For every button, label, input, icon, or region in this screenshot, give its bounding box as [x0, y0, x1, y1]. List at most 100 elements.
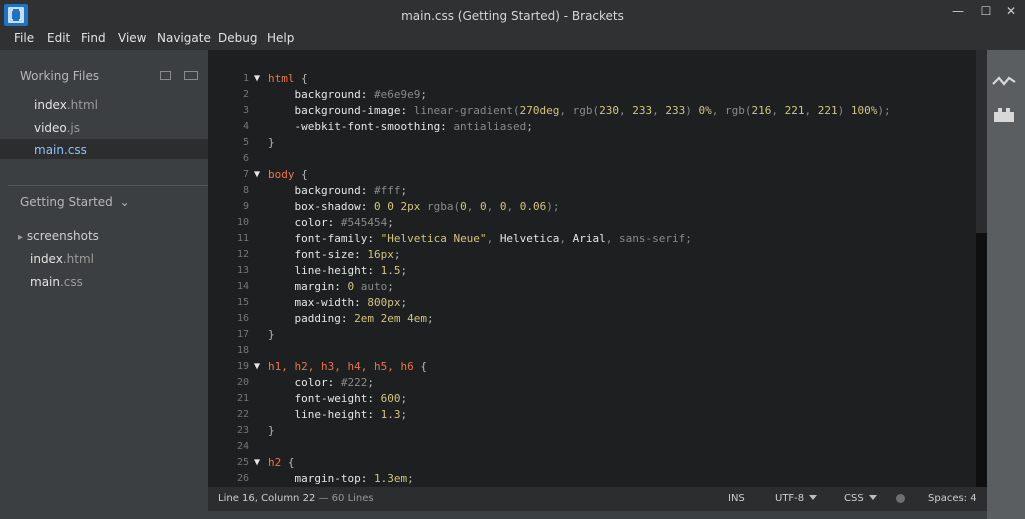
menu-debug[interactable]: Debug	[218, 31, 257, 45]
folder-item[interactable]: ▸ screenshots	[18, 229, 99, 243]
working-file-item[interactable]: index.html	[34, 98, 98, 112]
code-text: background-image: linear-gradient(270deg…	[268, 103, 890, 119]
code-line[interactable]: 4 -webkit-font-smoothing: antialiased;	[208, 119, 987, 135]
code-line[interactable]: 23}	[208, 423, 987, 439]
code-token: color:	[268, 216, 341, 229]
code-token: ;	[400, 408, 408, 421]
code-line[interactable]: 18	[208, 343, 987, 359]
code-line[interactable]: 1 ▼ html {	[208, 71, 987, 87]
code-token: {	[413, 360, 427, 373]
menu-navigate[interactable]: Navigate	[157, 31, 211, 45]
working-file-item-active[interactable]: main.css	[34, 143, 87, 157]
insert-mode-toggle[interactable]: INS	[728, 493, 745, 504]
code-text: body {	[268, 167, 308, 183]
line-number: 21	[236, 393, 249, 404]
fold-arrow-icon[interactable]: ▼	[254, 167, 260, 183]
code-token: #222	[340, 376, 368, 389]
code-line[interactable]: 21 font-weight: 600;	[208, 391, 987, 407]
code-line[interactable]: 12 font-size: 16px;	[208, 247, 987, 263]
code-token: ;	[400, 392, 408, 405]
code-line[interactable]: 7 ▼ body {	[208, 167, 987, 183]
indentation-setting[interactable]: Spaces: 4	[928, 493, 977, 504]
menu-help[interactable]: Help	[267, 31, 294, 45]
line-number: 3	[242, 105, 249, 116]
line-number: 1	[242, 73, 249, 84]
working-file-item[interactable]: video.js	[34, 121, 80, 135]
code-line[interactable]: 11 font-family: "Helvetica Neue", Helvet…	[208, 231, 987, 247]
extension-manager-icon[interactable]	[991, 104, 1017, 130]
linting-status-icon[interactable]	[896, 494, 905, 503]
code-text: color: #222;	[268, 375, 374, 391]
code-editor[interactable]: 1 ▼ html {2 background: #e6e9e9; 3 backgrou…	[208, 50, 987, 487]
project-file-item[interactable]: main.css	[30, 275, 83, 289]
code-token: padding:	[268, 312, 355, 325]
status-bar: Line 16, Column 22 — 60 Lines INS UTF-8 …	[208, 487, 987, 511]
code-line[interactable]: 13 line-height: 1.5;	[208, 263, 987, 279]
code-line[interactable]: 10 color: #545454;	[208, 215, 987, 231]
code-line[interactable]: 3 background-image: linear-gradient(270d…	[208, 103, 987, 119]
code-text: background: #e6e9e9;	[268, 87, 426, 103]
code-token: ;	[526, 120, 533, 133]
line-number: 19	[236, 361, 249, 372]
language-select[interactable]: CSS	[844, 493, 877, 504]
project-file-item[interactable]: index.html	[30, 252, 94, 266]
line-number: 22	[236, 409, 249, 420]
split-view-icon[interactable]	[184, 71, 198, 80]
close-button[interactable]: ✕	[996, 0, 1025, 22]
menu-view[interactable]: View	[118, 31, 146, 45]
code-line[interactable]: 2 background: #e6e9e9;	[208, 87, 987, 103]
code-token: Helvetica	[499, 232, 560, 245]
code-line[interactable]: 6	[208, 151, 987, 167]
code-token: body	[268, 168, 295, 181]
code-line[interactable]: 8 background: #fff;	[208, 183, 987, 199]
code-text: -webkit-font-smoothing: antialiased;	[268, 119, 533, 135]
bottom-panel-strip	[208, 511, 987, 519]
code-line[interactable]: 14 margin: 0 auto;	[208, 279, 987, 295]
code-token: {	[294, 168, 308, 181]
menu-edit[interactable]: Edit	[47, 31, 70, 45]
code-text: }	[268, 135, 275, 151]
code-line[interactable]: 20 color: #222;	[208, 375, 987, 391]
code-line[interactable]: 9 box-shadow: 0 0 2px rgba(0, 0, 0, 0.06…	[208, 199, 987, 215]
editor-scrollbar-thumb[interactable]	[976, 233, 987, 487]
code-token: 600	[380, 392, 401, 405]
line-number: 5	[242, 137, 249, 148]
code-text: background: #fff;	[268, 183, 407, 199]
code-line[interactable]: 17}	[208, 327, 987, 343]
working-files-options-icon[interactable]	[160, 71, 171, 80]
code-line[interactable]: 16 padding: 2em 2em 4em;	[208, 311, 987, 327]
line-number: 12	[236, 249, 249, 260]
fold-arrow-icon[interactable]: ▼	[254, 359, 260, 375]
code-token: , rgb(	[711, 104, 752, 117]
code-line[interactable]: 15 max-width: 800px;	[208, 295, 987, 311]
code-token: ;	[393, 248, 401, 261]
code-token: background:	[268, 184, 374, 197]
minimize-button[interactable]: —	[943, 0, 973, 22]
code-token: ;	[387, 216, 394, 229]
project-dropdown[interactable]: Getting Started ⌄	[20, 195, 130, 209]
line-number: 15	[236, 297, 249, 308]
code-token: color:	[268, 376, 341, 389]
code-token: ,	[619, 104, 633, 117]
code-text: color: #545454;	[268, 215, 394, 231]
code-token: ;	[400, 296, 408, 309]
menu-find[interactable]: Find	[81, 31, 106, 45]
line-number: 26	[236, 473, 249, 484]
working-files-heading: Working Files	[20, 69, 100, 83]
code-line[interactable]: 19 ▼ h1, h2, h3, h4, h5, h6 {	[208, 359, 987, 375]
chevron-down-icon: ⌄	[119, 195, 130, 209]
live-preview-icon[interactable]	[991, 72, 1017, 98]
code-line[interactable]: 25 ▼ h2 {	[208, 455, 987, 471]
fold-arrow-icon[interactable]: ▼	[254, 455, 260, 471]
code-line[interactable]: 24	[208, 439, 987, 455]
menu-file[interactable]: File	[14, 31, 34, 45]
code-line[interactable]: 22 line-height: 1.3;	[208, 407, 987, 423]
code-line[interactable]: 5}	[208, 135, 987, 151]
title-bar: main.css (Getting Started) - Brackets — …	[0, 0, 1025, 30]
code-token: rgba(	[426, 200, 461, 213]
code-token: 1.3	[380, 408, 401, 421]
code-line[interactable]: 26 margin-top: 1.3em;	[208, 471, 987, 487]
encoding-select[interactable]: UTF-8	[775, 493, 818, 504]
code-token: margin:	[268, 280, 348, 293]
fold-arrow-icon[interactable]: ▼	[254, 71, 260, 87]
